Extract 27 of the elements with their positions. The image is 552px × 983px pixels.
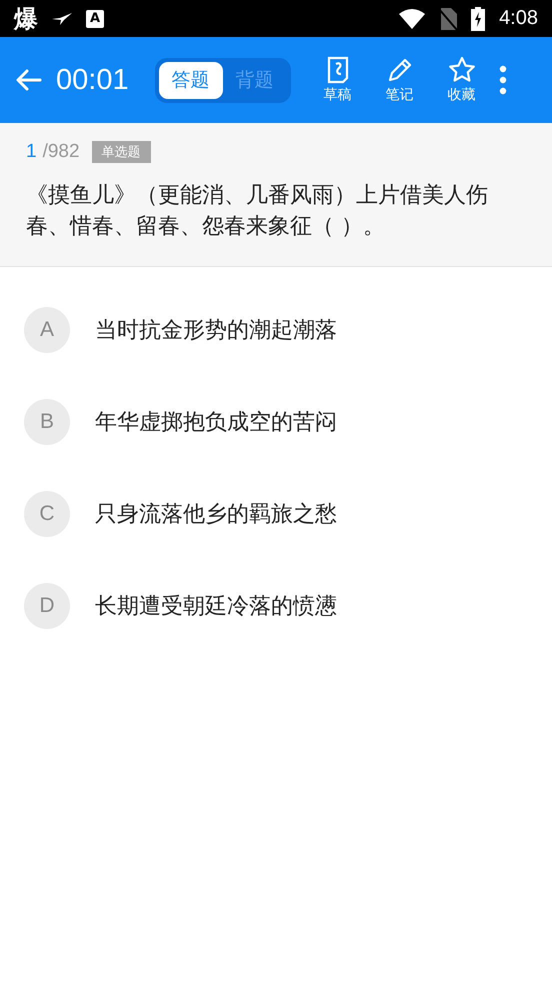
app-badge-icon: A [86, 10, 104, 28]
option-text[interactable]: 长期遭受朝廷冷落的愤懑 [95, 591, 337, 621]
option-letter[interactable]: C [24, 491, 70, 537]
mode-tab[interactable]: 答题 [158, 62, 223, 98]
option-letter[interactable]: A [24, 307, 70, 353]
question-number: 1 [26, 141, 37, 163]
more-icon[interactable] [498, 65, 507, 95]
option-text[interactable]: 年华虚掷抱负成空的苦闷 [95, 407, 337, 437]
option-text[interactable]: 只身流落他乡的羁旅之愁 [95, 499, 337, 529]
wifi-icon [399, 8, 426, 28]
battery-icon [471, 6, 486, 30]
toolbar-button[interactable]: 笔记 [368, 56, 431, 104]
question-text: 《摸鱼儿》（更能消、几番风雨）上片借美人伤春、惜春、留春、怨春来象征（ ）。 [26, 182, 489, 241]
timer: 00:01 [56, 64, 129, 96]
option-letter[interactable]: B [24, 399, 70, 445]
star-icon [448, 56, 476, 84]
option-letter[interactable]: D [24, 583, 70, 629]
app-notification-icon: 爆 [14, 6, 38, 30]
option-text[interactable]: 当时抗金形势的潮起潮落 [95, 315, 337, 345]
clock-time: 4:08 [499, 7, 538, 30]
mode-tab[interactable]: 背题 [222, 62, 287, 98]
no-sim-icon [439, 8, 458, 30]
question-total: /982 [42, 141, 80, 163]
back-arrow-icon[interactable] [16, 69, 42, 91]
toolbar-button[interactable]: 草稿 [306, 56, 369, 104]
question-type-tag: 单选题 [92, 141, 151, 163]
toolbar-button[interactable]: 收藏 [430, 56, 493, 104]
